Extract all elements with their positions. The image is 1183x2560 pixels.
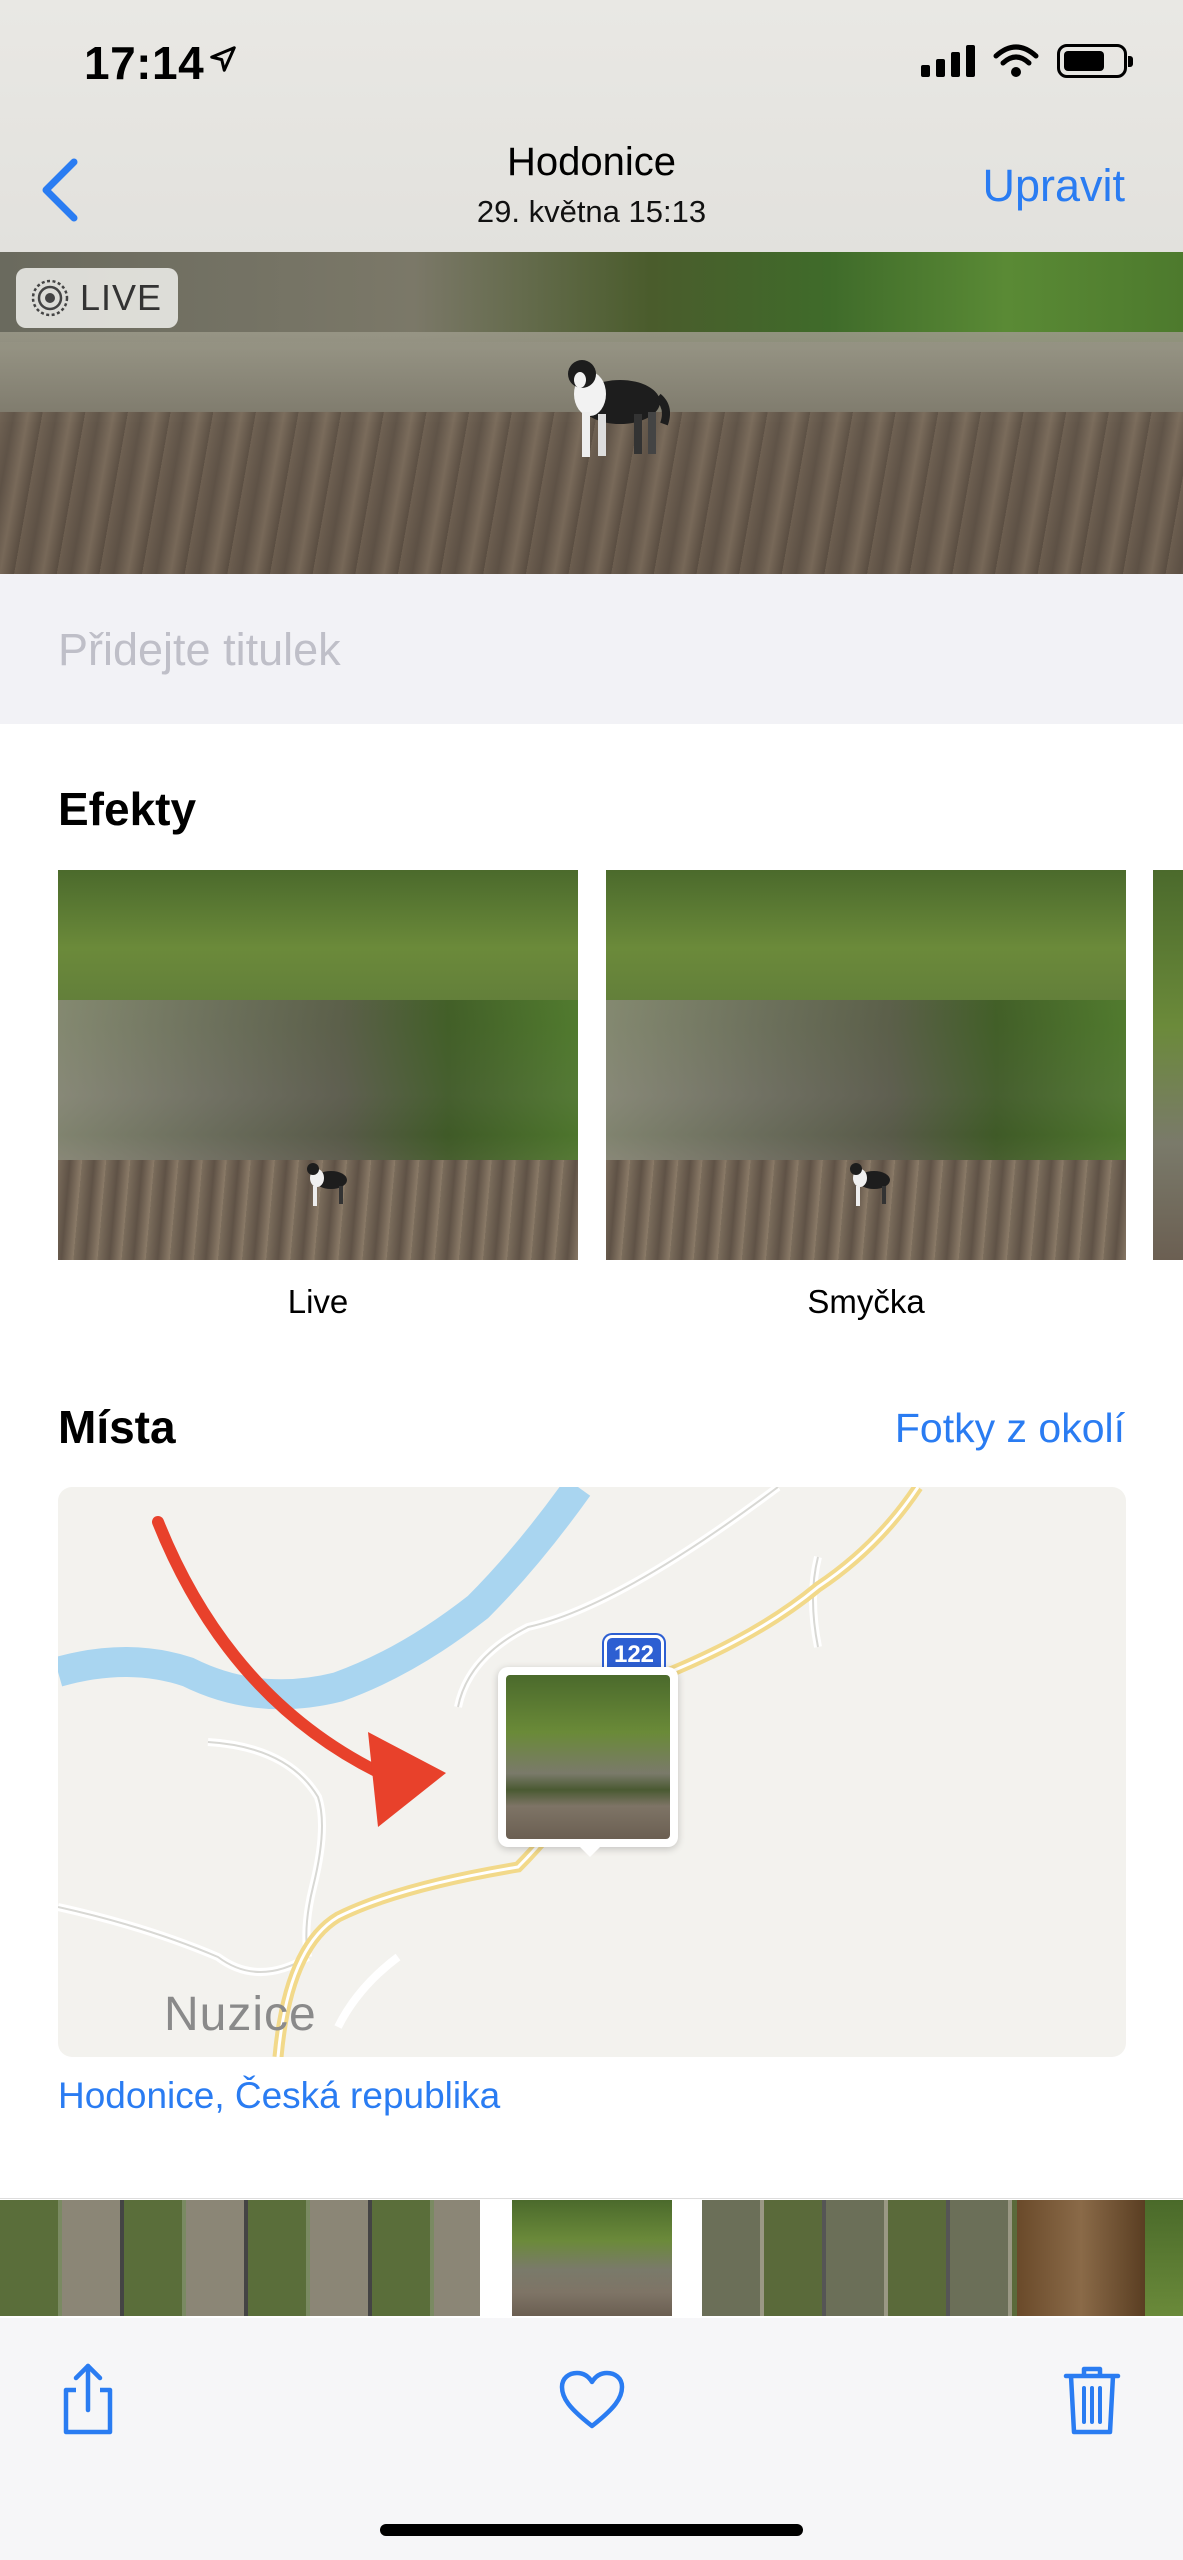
effect-loop-label: Smyčka: [807, 1283, 925, 1320]
share-button[interactable]: [48, 2360, 128, 2440]
dog-figure: [568, 360, 670, 457]
filmstrip-thumbnails-right[interactable]: [702, 2200, 1017, 2316]
effect-loop-cliff: [606, 1000, 1126, 1170]
favorite-button[interactable]: [552, 2360, 632, 2440]
filmstrip-current-thumbnail[interactable]: [512, 2200, 672, 2316]
location-map[interactable]: 122 Nuzice: [58, 1487, 1126, 2057]
filmstrip-thumbnail-shoes[interactable]: [1017, 2200, 1145, 2316]
live-photo-icon: [31, 279, 69, 317]
location-arrow-icon: [210, 46, 236, 72]
status-indicators: [921, 44, 1133, 78]
share-icon: [63, 2363, 113, 2435]
wifi-icon: [993, 44, 1039, 77]
effect-live[interactable]: [58, 870, 578, 1260]
location-link[interactable]: Hodonice, Česká republika: [58, 2075, 500, 2117]
live-label: LIVE: [80, 277, 163, 318]
effect-next-peek[interactable]: [1153, 870, 1183, 1260]
trash-icon: [1063, 2366, 1121, 2435]
edit-button[interactable]: Upravit: [982, 160, 1125, 212]
photo-location-pin[interactable]: [498, 1667, 678, 1857]
pin-frame: [498, 1667, 678, 1847]
pin-thumbnail: [506, 1675, 670, 1839]
nearby-photos-link[interactable]: Fotky z okolí: [895, 1405, 1125, 1452]
signal-icon: [921, 45, 975, 77]
home-indicator[interactable]: [380, 2524, 803, 2536]
effect-loop[interactable]: [606, 870, 1126, 1260]
effect-live-label: Live: [287, 1283, 349, 1320]
battery-icon: [1057, 44, 1133, 78]
map-town-label: Nuzice: [164, 1988, 317, 2041]
delete-button[interactable]: [1052, 2360, 1132, 2440]
effect-live-cliff: [58, 1000, 578, 1170]
dog-figure: [850, 1163, 890, 1206]
places-title: Místa: [58, 1401, 176, 1453]
status-time: 17:14: [84, 37, 205, 89]
filmstrip-thumbnail-last[interactable]: [1145, 2200, 1183, 2316]
pin-tail: [576, 1843, 604, 1857]
live-photo-badge[interactable]: LIVE: [16, 268, 179, 328]
effects-title: Efekty: [58, 783, 197, 835]
caption-input[interactable]: [58, 620, 1118, 680]
filmstrip-thumbnails-left[interactable]: [0, 2200, 480, 2316]
dog-figure: [307, 1163, 347, 1206]
heart-icon: [559, 2370, 625, 2429]
